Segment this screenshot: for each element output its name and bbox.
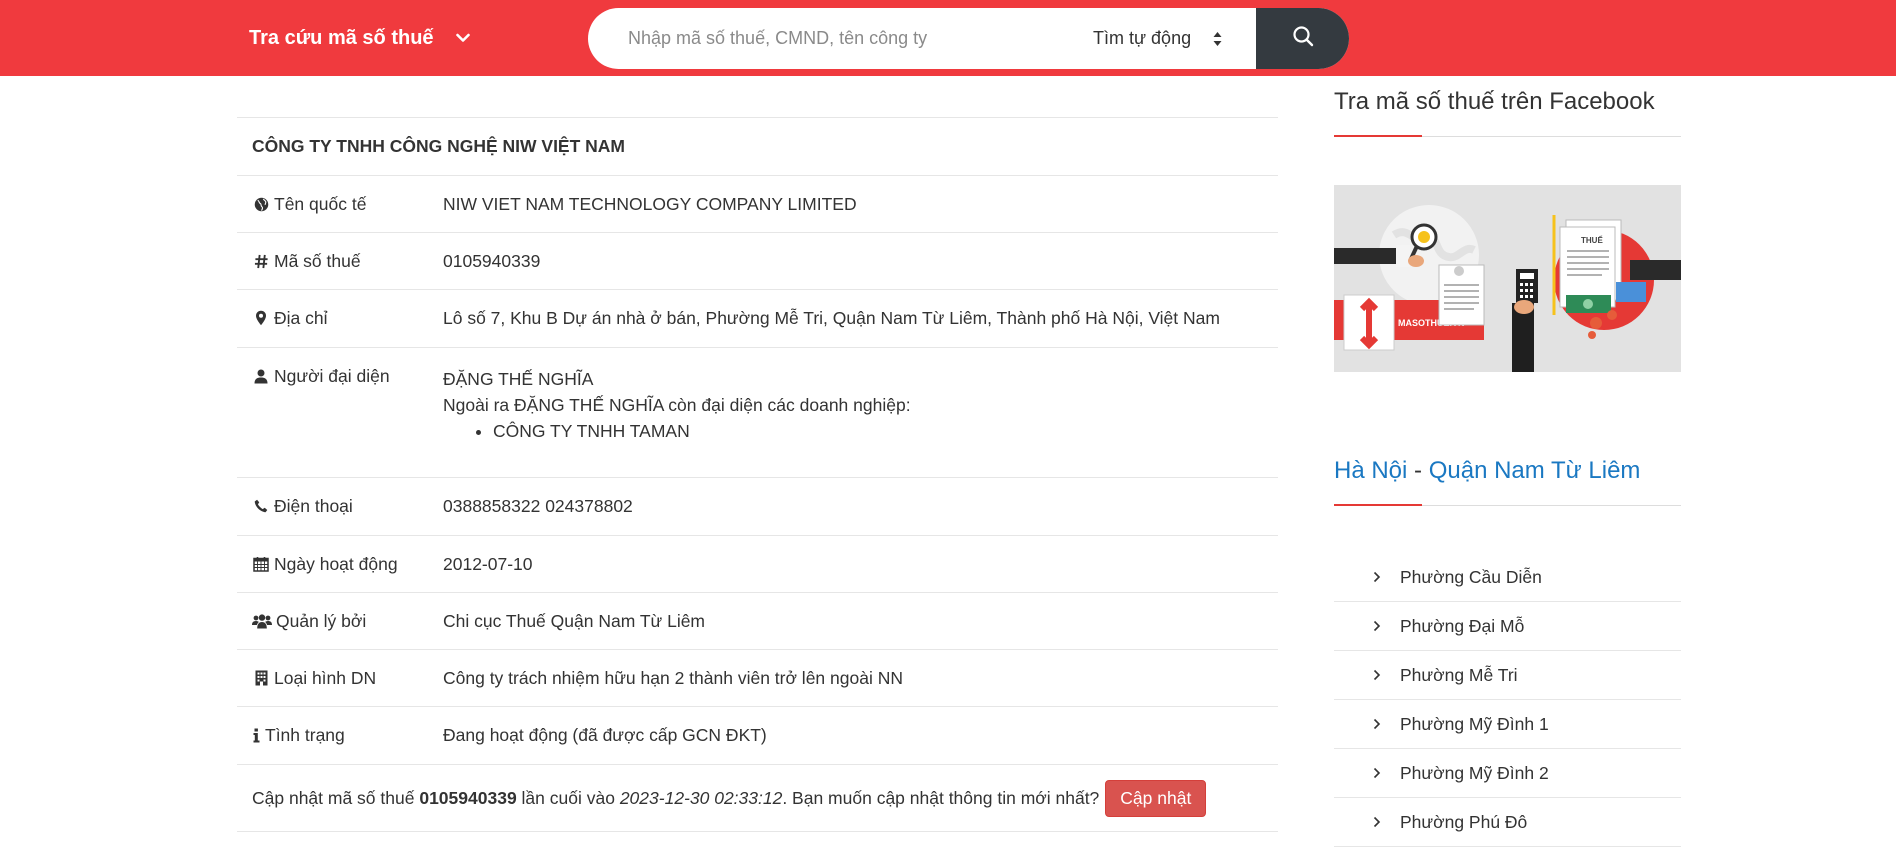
globe-icon [252, 195, 270, 213]
value-managed-by[interactable]: Chi cục Thuế Quận Nam Từ Liêm [443, 593, 1278, 649]
row-status: Tình trạng Đang hoạt động (đã được cấp G… [237, 706, 1278, 764]
ward-item[interactable]: Phường Mỹ Đình 1 [1334, 700, 1681, 749]
banner-doc-text: THUẾ [1581, 235, 1603, 245]
value-address: Lô số 7, Khu B Dự án nhà ở bán, Phường M… [443, 308, 1220, 328]
other-company-item[interactable]: CÔNG TY TNHH TAMAN [493, 418, 1278, 444]
company-info-table: CÔNG TY TNHH CÔNG NGHỆ NIW VIỆT NAM Tên … [237, 117, 1278, 832]
value-tax-code: 0105940339 [443, 251, 541, 271]
ward-label: Phường Mỹ Đình 2 [1400, 762, 1549, 783]
section-divider [1334, 135, 1681, 137]
ward-label: Phường Cầu Diễn [1400, 566, 1542, 587]
ward-label: Phường Phú Đô [1400, 811, 1528, 832]
region-district-link[interactable]: Quận Nam Từ Liêm [1429, 457, 1641, 484]
update-question: . Bạn muốn cập nhật thông tin mới nhất? [782, 787, 1100, 808]
row-phone: Điện thoại 0388858322 024378802 [237, 477, 1278, 535]
representative-note: Ngoài ra ĐẶNG THẾ NGHĨA còn đại diện các… [443, 395, 911, 415]
ward-label: Phường Mễ Tri [1400, 664, 1518, 685]
facebook-section-title: Tra mã số thuế trên Facebook [1334, 88, 1655, 115]
search-icon [1291, 24, 1315, 53]
update-prefix: Cập nhật mã số thuế [252, 787, 415, 808]
label-biz-type: Loại hình DN [274, 668, 377, 688]
region-section: Hà Nội - Quận Nam Từ Liêm [1334, 457, 1681, 506]
ward-item[interactable]: Phường Phú Đô [1334, 798, 1681, 847]
search-button[interactable] [1256, 8, 1349, 69]
brand-label: Tra cứu mã số thuế [249, 26, 434, 49]
brand-dropdown[interactable]: Tra cứu mã số thuế [249, 24, 472, 52]
chevron-down-icon [454, 29, 472, 47]
ward-item[interactable]: Phường Cầu Diễn [1334, 553, 1681, 602]
hash-icon [252, 252, 270, 270]
map-marker-icon [252, 309, 270, 327]
row-address: Địa chỉ Lô số 7, Khu B Dự án nhà ở bán, … [237, 289, 1278, 347]
update-tax-code: 0105940339 [419, 787, 517, 808]
select-arrows-icon [1213, 31, 1222, 47]
top-navbar: Tra cứu mã số thuế Tìm tự động [0, 0, 1896, 76]
calendar-icon [252, 555, 270, 573]
search-mode-select[interactable]: Tìm tự động [1093, 8, 1243, 69]
chevron-right-icon [1371, 571, 1383, 583]
region-title: Hà Nội - Quận Nam Từ Liêm [1334, 457, 1681, 485]
row-tax-code: Mã số thuế 0105940339 [237, 232, 1278, 289]
value-start-date: 2012-07-10 [443, 554, 533, 574]
row-managed-by: Quản lý bởi Chi cục Thuế Quận Nam Từ Liê… [237, 592, 1278, 649]
other-companies-list: CÔNG TY TNHH TAMAN [493, 418, 1278, 444]
ward-label: Phường Đại Mỗ [1400, 615, 1525, 636]
label-intl-name: Tên quốc tế [274, 194, 367, 214]
ward-label: Phường Mỹ Đình 1 [1400, 713, 1549, 734]
region-city-link[interactable]: Hà Nội [1334, 457, 1407, 484]
facebook-section: Tra mã số thuế trên Facebook [1334, 88, 1681, 137]
update-info-row: Cập nhật mã số thuế 0105940339 lần cuối … [237, 764, 1278, 832]
update-button[interactable]: Cập nhật [1105, 779, 1207, 817]
label-start-date: Ngày hoạt động [274, 554, 398, 574]
representative-name[interactable]: ĐẶNG THẾ NGHĨA [443, 366, 1278, 392]
update-datetime: 2023-12-30 02:33:12 [619, 787, 783, 808]
search-box: Tìm tự động [588, 8, 1349, 69]
masothue-banner-image[interactable]: MASOTHUE.VN THUẾ [1334, 185, 1681, 372]
label-representative: Người đại diện [274, 366, 390, 386]
user-icon [252, 367, 270, 385]
search-mode-value: Tìm tự động [1093, 28, 1192, 48]
company-name: CÔNG TY TNHH CÔNG NGHỆ NIW VIỆT NAM [237, 117, 1278, 175]
region-separator: - [1414, 457, 1423, 484]
row-biz-type: Loại hình DN Công ty trách nhiệm hữu hạn… [237, 649, 1278, 706]
row-representative: Người đại diện ĐẶNG THẾ NGHĨA Ngoài ra Đ… [237, 347, 1278, 477]
label-phone: Điện thoại [274, 496, 353, 516]
value-biz-type[interactable]: Công ty trách nhiệm hữu hạn 2 thành viên… [443, 650, 1278, 706]
label-tax-code: Mã số thuế [274, 251, 361, 271]
chevron-right-icon [1371, 620, 1383, 632]
update-middle: lần cuối vào [521, 787, 615, 808]
section-divider [1334, 504, 1681, 506]
ward-item[interactable]: Phường Mỹ Đình 2 [1334, 749, 1681, 798]
search-input[interactable] [628, 8, 1068, 69]
users-icon [252, 612, 272, 630]
value-intl-name: NIW VIET NAM TECHNOLOGY COMPANY LIMITED [443, 194, 857, 214]
phone-icon [252, 497, 270, 515]
value-phone: 0388858322 024378802 [443, 496, 633, 516]
chevron-right-icon [1371, 669, 1383, 681]
row-start-date: Ngày hoạt động 2012-07-10 [237, 535, 1278, 592]
chevron-right-icon [1371, 816, 1383, 828]
value-status: Đang hoạt động (đã được cấp GCN ĐKT) [443, 725, 767, 745]
label-status: Tình trạng [265, 725, 345, 745]
chevron-right-icon [1371, 767, 1383, 779]
building-icon [252, 669, 270, 687]
label-address: Địa chỉ [274, 308, 328, 328]
ward-item[interactable]: Phường Mễ Tri [1334, 651, 1681, 700]
info-icon [252, 726, 261, 744]
label-managed-by: Quản lý bởi [276, 611, 367, 631]
row-intl-name: Tên quốc tế NIW VIET NAM TECHNOLOGY COMP… [237, 175, 1278, 232]
ward-list: Phường Cầu Diễn Phường Đại Mỗ Phường Mễ … [1334, 553, 1681, 847]
chevron-right-icon [1371, 718, 1383, 730]
ward-item[interactable]: Phường Đại Mỗ [1334, 602, 1681, 651]
